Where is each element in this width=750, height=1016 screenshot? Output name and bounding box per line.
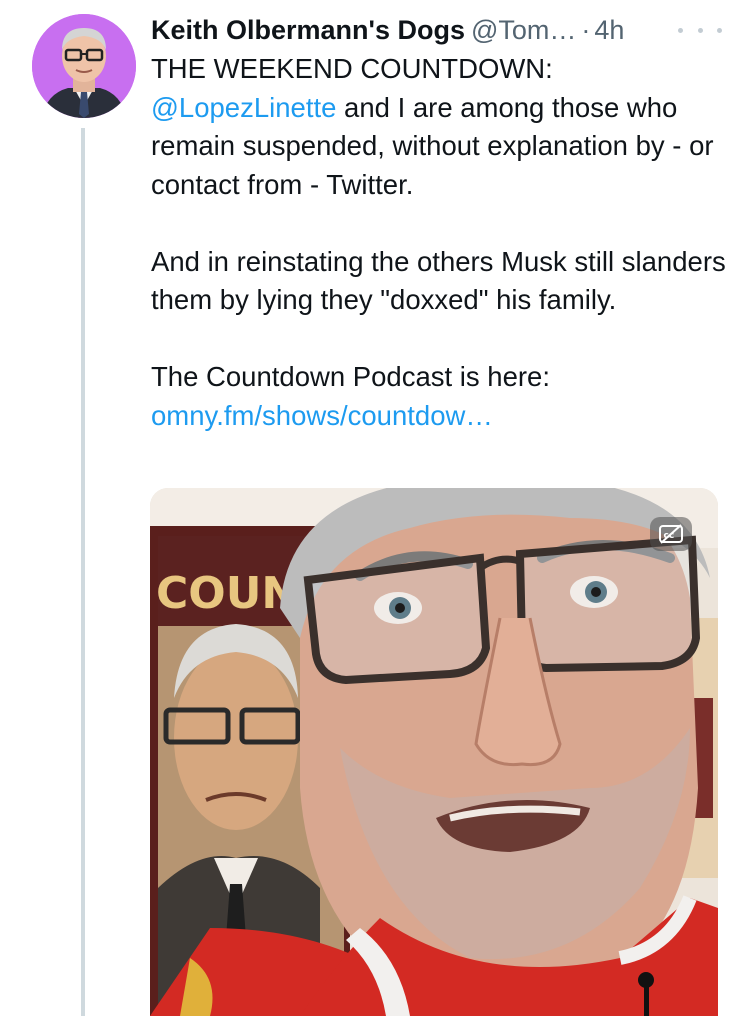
tweet-header: Keith Olbermann's Dogs @Tom… · 4h <box>151 10 721 50</box>
podcast-link[interactable]: omny.fm/shows/countdow… <box>151 400 493 431</box>
poster-title: COUN <box>156 568 298 619</box>
author-display-name[interactable]: Keith Olbermann's Dogs <box>151 10 465 50</box>
mention-link[interactable]: @LopezLinette <box>151 92 336 123</box>
video-thumbnail: COUN <box>150 488 718 1016</box>
author-handle[interactable]: @Tom… <box>471 10 576 50</box>
thread-connector-line <box>81 128 85 1016</box>
tweet-paragraph-2: And in reinstating the others Musk still… <box>151 245 726 316</box>
separator-dot: · <box>581 15 591 45</box>
closed-captions-off-icon[interactable]: cc <box>650 517 692 551</box>
avatar-portrait <box>32 14 136 118</box>
tweet[interactable]: Keith Olbermann's Dogs @Tom… · 4h THE WE… <box>0 0 750 1016</box>
tweet-timestamp[interactable]: 4h <box>594 10 624 50</box>
video-media[interactable]: COUN <box>150 488 718 1016</box>
tweet-line-headline: THE WEEKEND COUNTDOWN: <box>151 53 553 84</box>
avatar[interactable] <box>32 14 136 118</box>
tweet-url-line: omny.fm/shows/countdow… <box>151 397 731 436</box>
tweet-text: THE WEEKEND COUNTDOWN: @LopezLinette and… <box>151 50 731 435</box>
tweet-paragraph-1: @LopezLinette and I are among those who … <box>151 89 731 205</box>
tweet-paragraph-3: The Countdown Podcast is here: <box>151 361 550 392</box>
more-horizontal-icon[interactable] <box>678 10 722 50</box>
